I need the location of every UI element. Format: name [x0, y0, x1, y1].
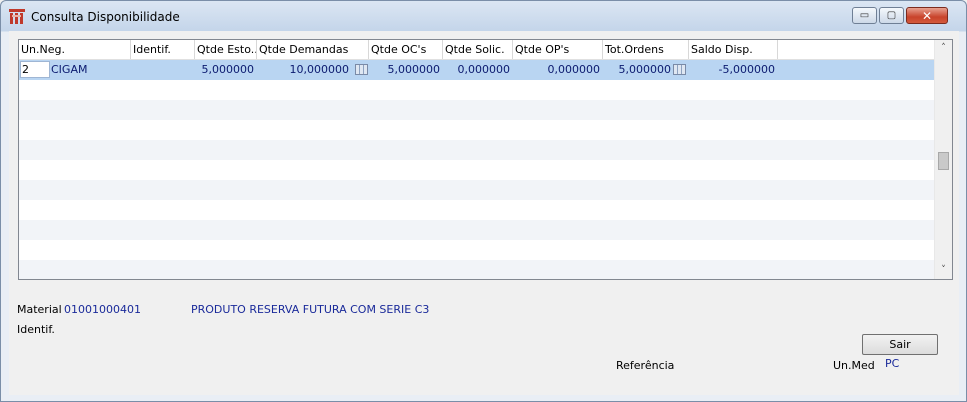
empty-row[interactable]	[19, 100, 935, 120]
scroll-thumb[interactable]	[938, 152, 949, 170]
qtde-demandas-cell: 10,000000	[289, 63, 350, 76]
column-header-qtde-ocs[interactable]: Qtde OC's	[369, 40, 443, 59]
column-header-qtde-solic[interactable]: Qtde Solic.	[443, 40, 513, 59]
maximize-button[interactable]: ▢	[879, 7, 904, 24]
qtde-ocs-cell: 5,000000	[387, 63, 441, 76]
column-header-tot-ordens[interactable]: Tot.Ordens	[603, 40, 689, 59]
un-neg-name-cell: CIGAM	[51, 63, 88, 76]
qtde-solic-cell: 0,000000	[457, 63, 511, 76]
identif-label: Identif.	[17, 323, 55, 336]
demandas-detail-icon[interactable]	[355, 64, 368, 75]
qtde-estoque-cell: 5,000000	[201, 63, 255, 76]
material-label: Material	[17, 303, 62, 316]
column-header-qtde-ops[interactable]: Qtde OP's	[513, 40, 603, 59]
availability-grid[interactable]: Un.Neg. Identif. Qtde Esto... Qtde Deman…	[18, 39, 953, 280]
ordens-detail-icon[interactable]	[673, 64, 686, 75]
column-header-qtde-demandas[interactable]: Qtde Demandas	[257, 40, 369, 59]
empty-row[interactable]	[19, 160, 935, 180]
sair-button[interactable]: Sair	[862, 334, 938, 355]
client-area: Un.Neg. Identif. Qtde Esto... Qtde Deman…	[9, 31, 959, 395]
empty-row[interactable]	[19, 80, 935, 100]
minimize-button[interactable]: ▭	[852, 7, 877, 24]
material-code: 01001000401	[64, 303, 141, 316]
empty-row[interactable]	[19, 260, 935, 279]
column-header-qtde-estoque[interactable]: Qtde Esto...	[195, 40, 257, 59]
app-logo-icon	[9, 9, 25, 24]
window-controls: ▭ ▢ ✕	[852, 7, 948, 24]
unmed-value: PC	[885, 357, 900, 370]
empty-row[interactable]	[19, 220, 935, 240]
identif-cell	[131, 60, 195, 80]
material-description: PRODUTO RESERVA FUTURA COM SERIE C3	[191, 303, 430, 316]
empty-row[interactable]	[19, 140, 935, 160]
empty-row[interactable]	[19, 240, 935, 260]
empty-row[interactable]	[19, 120, 935, 140]
tot-ordens-cell: 5,000000	[618, 63, 672, 76]
column-header-identif[interactable]: Identif.	[131, 40, 195, 59]
qtde-ops-cell: 0,000000	[547, 63, 601, 76]
close-button[interactable]: ✕	[906, 7, 948, 24]
vertical-scrollbar[interactable]: ˄ ˅	[934, 40, 952, 279]
empty-row[interactable]	[19, 200, 935, 220]
column-header-saldo-disp[interactable]: Saldo Disp.	[689, 40, 778, 59]
column-header-un-neg[interactable]: Un.Neg.	[19, 40, 131, 59]
referencia-label: Referência	[616, 359, 675, 372]
empty-row[interactable]	[19, 180, 935, 200]
scroll-down-arrow-icon[interactable]: ˅	[935, 262, 952, 279]
title-bar[interactable]: Consulta Disponibilidade ▭ ▢ ✕	[1, 1, 966, 31]
grid-header: Un.Neg. Identif. Qtde Esto... Qtde Deman…	[19, 40, 935, 60]
un-neg-edit-cell[interactable]: 2	[20, 61, 50, 78]
table-row[interactable]: 2 CIGAM 5,000000 10,000000 5,000000 0,00…	[19, 60, 935, 80]
scroll-up-arrow-icon[interactable]: ˄	[935, 40, 952, 57]
consulta-disponibilidade-window: Consulta Disponibilidade ▭ ▢ ✕ Un.Neg. I…	[0, 0, 967, 402]
unmed-label: Un.Med	[833, 359, 875, 372]
saldo-disp-cell: -5,000000	[718, 63, 775, 76]
window-title: Consulta Disponibilidade	[31, 10, 180, 24]
